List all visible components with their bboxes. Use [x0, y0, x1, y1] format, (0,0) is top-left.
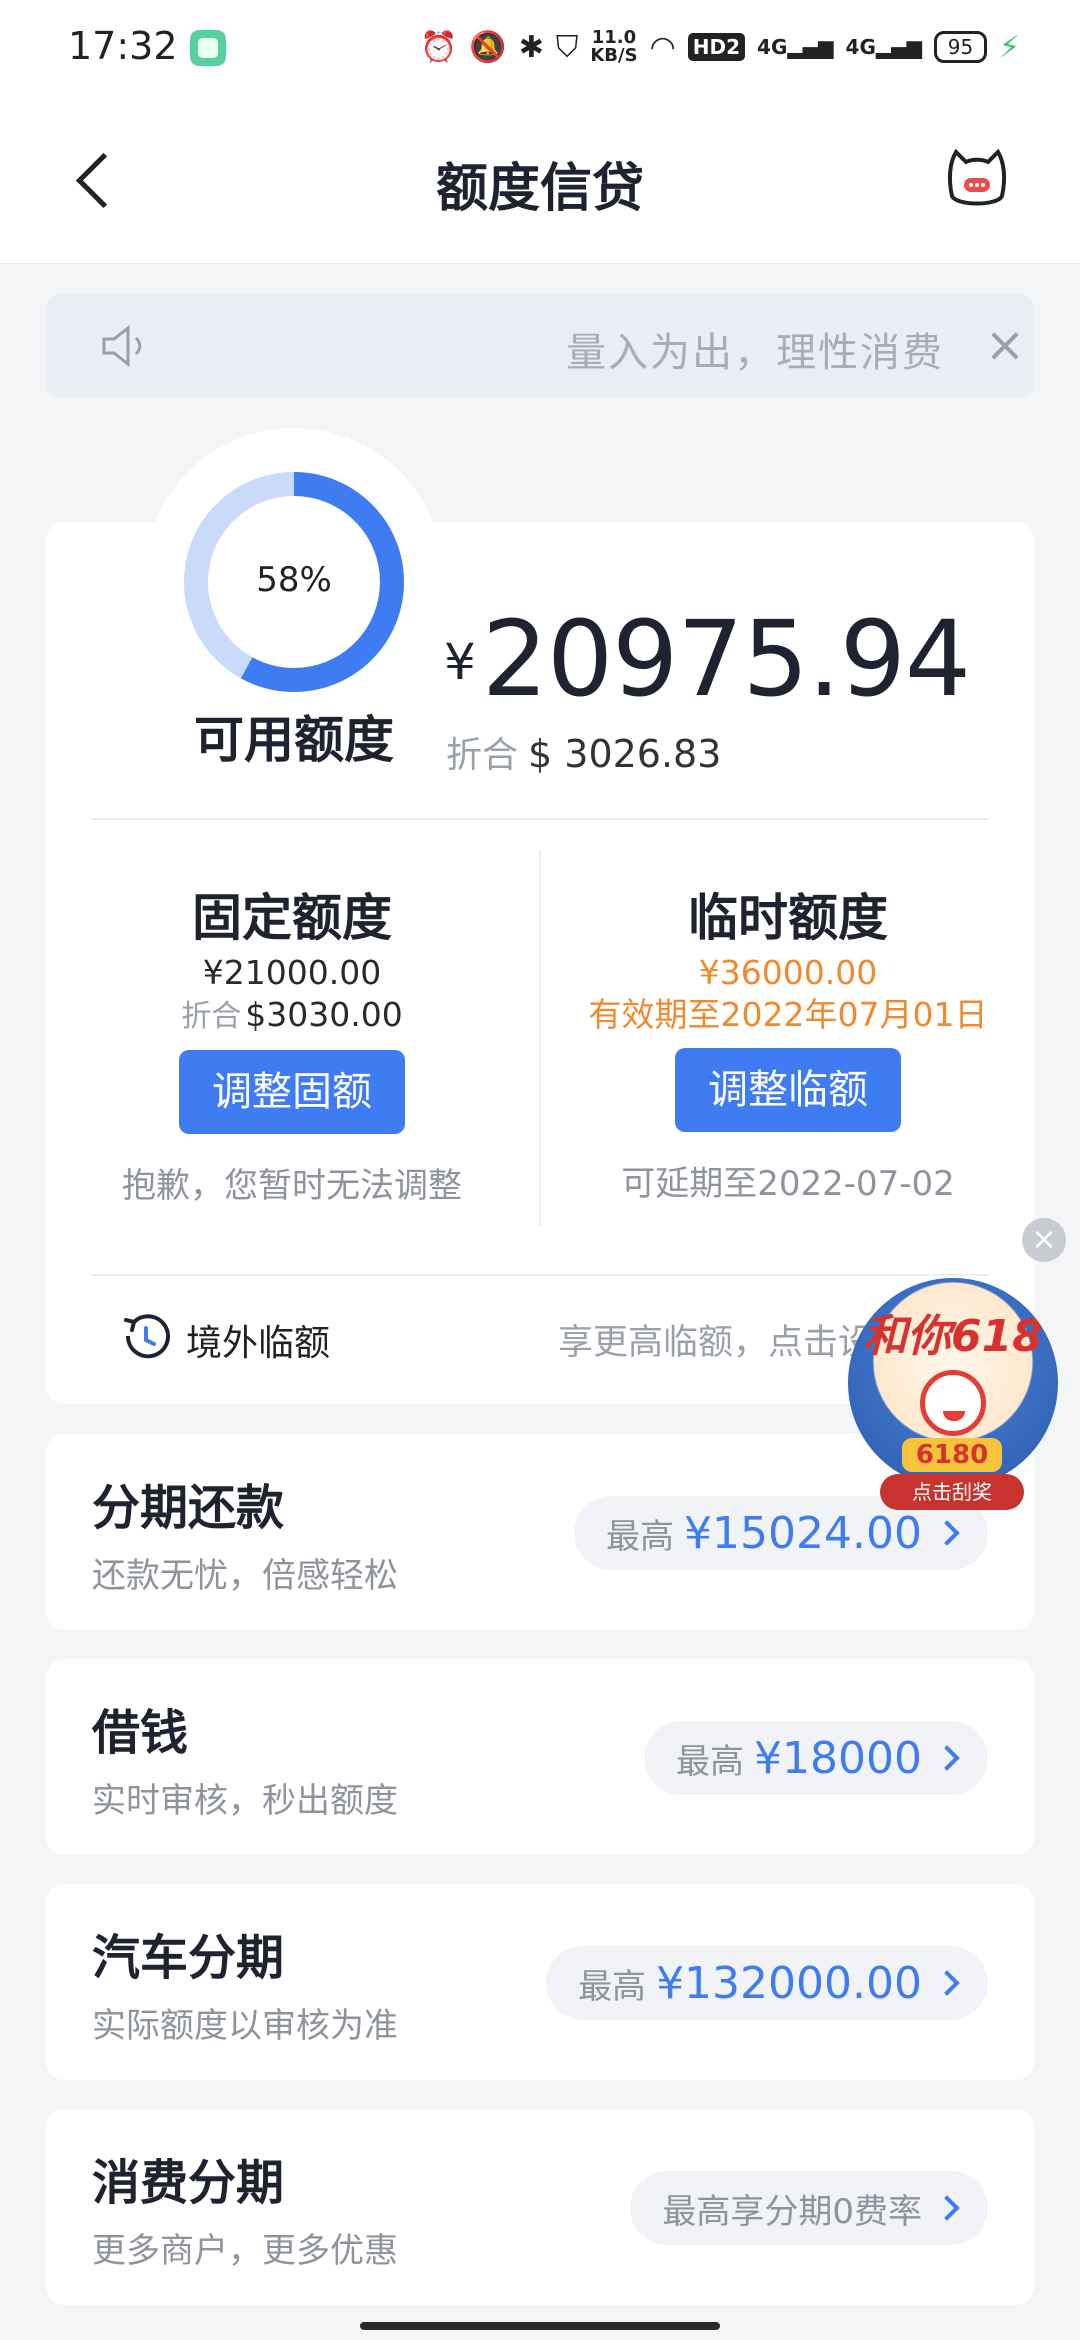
product-subtitle: 更多商户，更多优惠 — [92, 2231, 398, 2271]
divider — [90, 1274, 990, 1276]
pill-text: 最高享分期0费率 — [662, 2191, 922, 2232]
product-card-car-installment[interactable]: 汽车分期 实际额度以审核为准 最高 ¥132000.00 — [46, 1884, 1034, 2080]
pill-amount: ¥15024.00 — [684, 1507, 922, 1559]
status-icons: ⏰ 🔕 ✱ ⛉ 11.0 KB/S ◠ HD2 4G▂▄▆ 4G▂▄▆ 95 ⚡ — [420, 22, 1020, 72]
available-amount: ¥20975.94 — [444, 598, 971, 720]
hd-icon: HD2 — [687, 33, 746, 61]
product-limit-pill[interactable]: 最高 ¥132000.00 — [546, 1946, 988, 2020]
fixed-limit-usd: 折合 $3030.00 — [82, 994, 502, 1038]
ring-percent: 58% — [256, 560, 332, 600]
column-divider — [539, 850, 541, 1226]
promo-badge-text: 6180 — [902, 1438, 1002, 1472]
battery-level: 95 — [947, 35, 974, 59]
product-subtitle: 实际额度以审核为准 — [92, 2006, 398, 2046]
adjust-fixed-button[interactable]: 调整固额 — [179, 1050, 405, 1134]
product-title: 汽车分期 — [92, 1930, 285, 1986]
product-title: 借钱 — [92, 1705, 189, 1761]
fixed-limit-amount: ¥21000.00 — [202, 953, 382, 992]
usd-equivalent: 折合 $ 3026.83 — [446, 726, 721, 778]
pill-prefix: 最高 — [676, 1741, 745, 1782]
fixed-limit-title: 固定额度 — [192, 889, 392, 947]
notice-text: 量入为出，理性消费 — [566, 330, 944, 376]
pill-amount: ¥18000 — [754, 1732, 922, 1784]
pill-amount: ¥132000.00 — [656, 1957, 922, 2009]
adjust-temp-button[interactable]: 调整临额 — [675, 1048, 901, 1132]
speaker-icon — [102, 324, 142, 368]
fixed-usd-label: 折合 — [181, 999, 242, 1034]
usd-amount: $ 3026.83 — [528, 732, 722, 776]
net-speed: 11.0 KB/S — [590, 29, 637, 65]
product-card-consumer-installment[interactable]: 消费分期 更多商户，更多优惠 最高享分期0费率 — [46, 2109, 1034, 2305]
available-amount-value: 20975.94 — [481, 598, 971, 720]
abroad-clock-icon — [124, 1314, 170, 1359]
pill-prefix: 最高 — [578, 1966, 647, 2007]
product-title: 分期还款 — [92, 1480, 285, 1536]
notice-bar: 量入为出，理性消费 × — [46, 294, 1034, 398]
mascot-icon — [920, 1370, 986, 1436]
product-limit-pill[interactable]: 最高 ¥18000 — [644, 1721, 988, 1795]
status-bar: 17:32 ⏰ 🔕 ✱ ⛉ 11.0 KB/S ◠ HD2 4G▂▄▆ 4G▂▄▆… — [0, 0, 1080, 96]
wifi-icon: ◠ — [649, 29, 676, 65]
battery-icon: 95 — [934, 31, 987, 63]
available-label: 可用额度 — [194, 711, 394, 769]
close-icon[interactable]: × — [980, 320, 1030, 370]
promo-close-icon[interactable]: × — [1022, 1218, 1066, 1262]
chevron-right-icon — [934, 1520, 960, 1546]
fixed-usd-amount: $3030.00 — [245, 995, 403, 1034]
product-subtitle: 还款无忧，倍感轻松 — [92, 1556, 398, 1596]
temp-limit-validity: 有效期至2022年07月01日 — [588, 995, 988, 1034]
nav-bar: 额度信贷 — [0, 96, 1080, 264]
chevron-right-icon — [934, 1745, 960, 1771]
abroad-limit-label[interactable]: 境外临额 — [186, 1314, 330, 1366]
bluetooth-icon: ✱ — [518, 29, 544, 65]
temp-limit-note: 可延期至2022-07-02 — [621, 1164, 955, 1204]
home-indicator[interactable] — [360, 2322, 720, 2330]
scratch-prize-button[interactable]: 点击刮奖 — [880, 1474, 1024, 1510]
net-speed-unit: KB/S — [590, 45, 638, 66]
alarm-icon: ⏰ — [420, 29, 458, 65]
product-subtitle: 实时审核，秒出额度 — [92, 1781, 398, 1821]
signal-icon-1: 4G▂▄▆ — [757, 35, 834, 59]
signal-icon-2: 4G▂▄▆ — [845, 35, 923, 59]
divider — [90, 818, 990, 820]
temp-limit-title: 临时额度 — [688, 889, 888, 947]
signal-label-1: 4G — [757, 35, 788, 59]
usd-label: 折合 — [446, 735, 519, 776]
chevron-right-icon — [934, 1970, 960, 1996]
shield-icon: ⛉ — [555, 29, 579, 65]
product-card-borrow[interactable]: 借钱 实时审核，秒出额度 最高 ¥18000 — [46, 1659, 1034, 1855]
app-notification-icon — [190, 30, 226, 66]
temp-limit-section: 临时额度 ¥36000.00 有效期至2022年07月01日 调整临额 可延期至… — [578, 878, 998, 1205]
currency-symbol: ¥ — [444, 633, 476, 691]
charging-icon: ⚡ — [998, 29, 1020, 65]
fixed-limit-note: 抱歉，您暂时无法调整 — [122, 1166, 462, 1206]
status-time: 17:32 — [68, 24, 178, 68]
chevron-right-icon — [934, 2195, 960, 2221]
signal-label-2: 4G — [845, 35, 876, 59]
promo-badge[interactable]: 和你618 6180 — [848, 1278, 1058, 1488]
pill-prefix: 最高 — [606, 1516, 675, 1557]
mute-icon: 🔕 — [469, 29, 507, 65]
promo-title: 和你618 — [863, 1311, 1043, 1362]
temp-limit-amount: ¥36000.00 — [698, 953, 878, 992]
abroad-limit-promo[interactable]: 享更高临额，点击设置 — [558, 1314, 868, 1365]
customer-service-icon[interactable] — [944, 144, 1010, 210]
product-limit-pill[interactable]: 最高享分期0费率 — [630, 2171, 988, 2245]
product-title: 消费分期 — [92, 2155, 285, 2211]
page-title: 额度信贷 — [435, 159, 644, 219]
fixed-limit-section: 固定额度 ¥21000.00 折合 $3030.00 调整固额 抱歉，您暂时无法调… — [82, 878, 502, 1207]
